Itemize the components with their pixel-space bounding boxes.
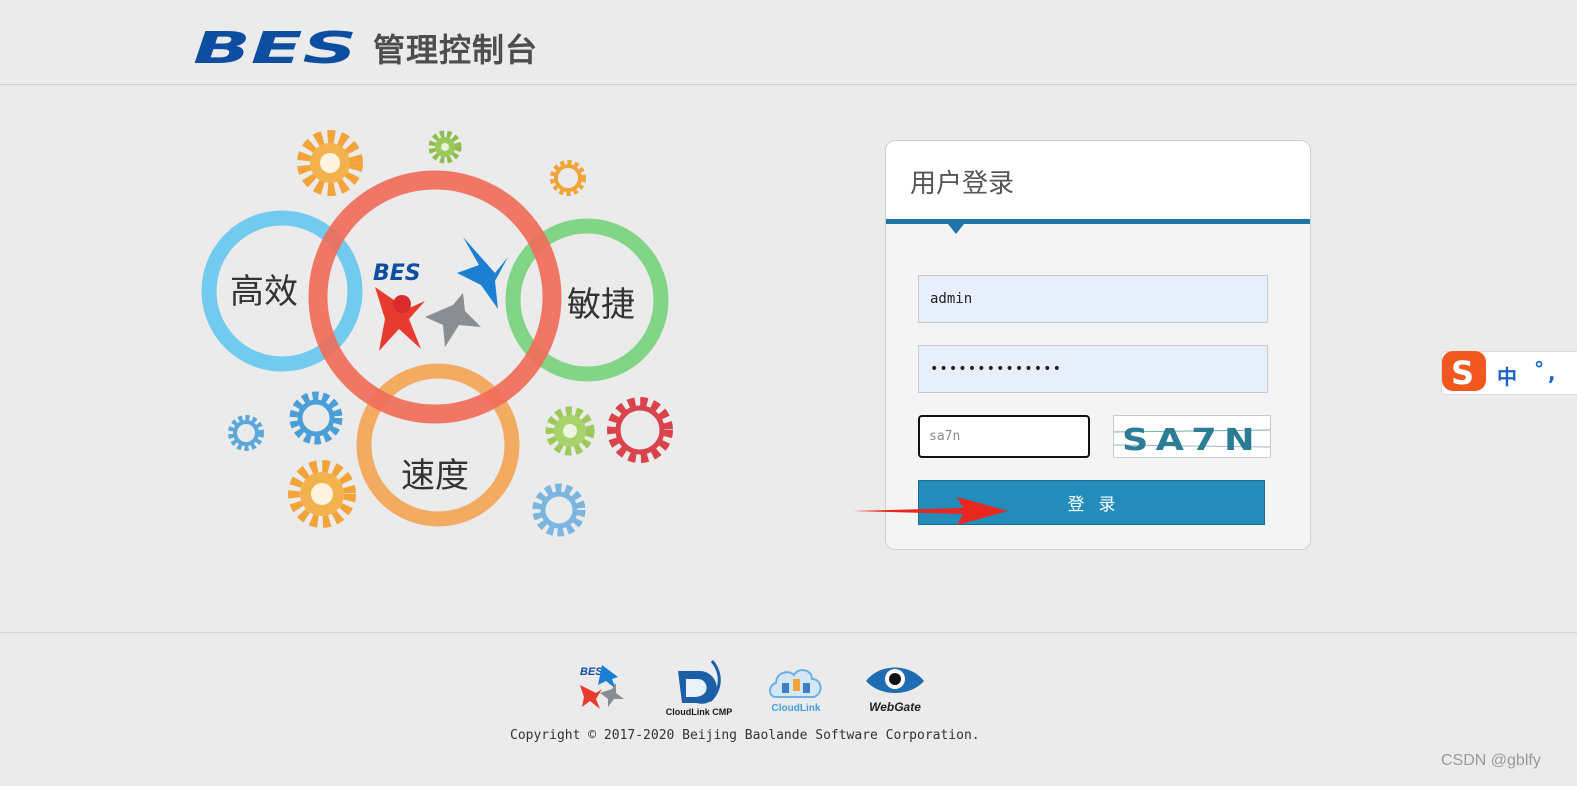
agile-label: 敏捷 <box>567 285 635 325</box>
efficient-label: 高效 <box>230 272 298 312</box>
cloudlink-cmp-logo: CloudLink CMP <box>666 660 733 717</box>
bes-product-logo: BES <box>580 665 624 709</box>
gear-icon <box>297 130 363 196</box>
red-dot-icon <box>393 295 411 313</box>
bes-logo: BES <box>193 27 357 67</box>
svg-text:WebGate: WebGate <box>869 700 921 714</box>
gear-icon <box>228 415 264 451</box>
page-header: BES 管理控制台 <box>0 0 1577 85</box>
webgate-logo: WebGate <box>866 667 924 714</box>
svg-text:CloudLink: CloudLink <box>772 703 821 714</box>
ime-punct-dot[interactable]: ° <box>1534 357 1544 381</box>
page-footer: BES CloudLink CMP CloudLink WebGate Copy… <box>0 632 1577 786</box>
ime-toolbar[interactable]: S 中 ° , <box>1441 351 1577 395</box>
password-input[interactable] <box>918 345 1268 393</box>
captcha-input[interactable] <box>918 415 1090 458</box>
username-input[interactable] <box>918 275 1268 323</box>
ime-mode-toggle[interactable]: 中 <box>1497 361 1517 390</box>
cloudlink-logo: CloudLink <box>769 669 822 714</box>
blue-star-icon <box>457 237 508 309</box>
red-arrow-annotation <box>853 497 1008 525</box>
bes-center-logo: BES <box>373 237 508 351</box>
console-title: 管理控制台 <box>373 31 539 69</box>
copyright-text: Copyright © 2017-2020 Beijing Baolande S… <box>510 728 980 743</box>
svg-text:BES: BES <box>193 27 357 67</box>
svg-text:CloudLink CMP: CloudLink CMP <box>666 707 733 717</box>
login-title: 用户登录 <box>910 169 1015 199</box>
gear-icon <box>532 483 586 537</box>
feature-illustration: 高效 敏捷 速度 BES <box>201 130 673 537</box>
sogou-logo-icon[interactable]: S <box>1440 349 1490 395</box>
gear-icon <box>288 460 356 528</box>
login-header: 用户登录 <box>886 141 1310 224</box>
svg-text:BES: BES <box>373 261 421 286</box>
header-pointer <box>948 224 964 234</box>
gear-icon <box>545 406 595 456</box>
gray-star-icon <box>425 293 481 347</box>
ime-punct-comma[interactable]: , <box>1548 361 1556 385</box>
speed-label: 速度 <box>401 456 469 496</box>
svg-text:S: S <box>1451 354 1474 392</box>
gear-icon <box>428 130 462 164</box>
product-logos: BES CloudLink CMP CloudLink WebGate <box>576 659 936 717</box>
svg-text:SA7N: SA7N <box>1122 423 1262 457</box>
gear-icon <box>550 160 586 196</box>
login-page: BES 管理控制台 高效 敏捷 速度 BES 用户登录 admin ••••••… <box>0 0 1577 786</box>
gear-icon <box>289 391 343 445</box>
captcha-image[interactable]: SA7N <box>1113 415 1271 458</box>
csdn-watermark: CSDN @gblfy <box>1441 752 1541 769</box>
gear-icon <box>607 397 673 463</box>
login-panel: 用户登录 SA7N 登录 <box>885 140 1311 550</box>
